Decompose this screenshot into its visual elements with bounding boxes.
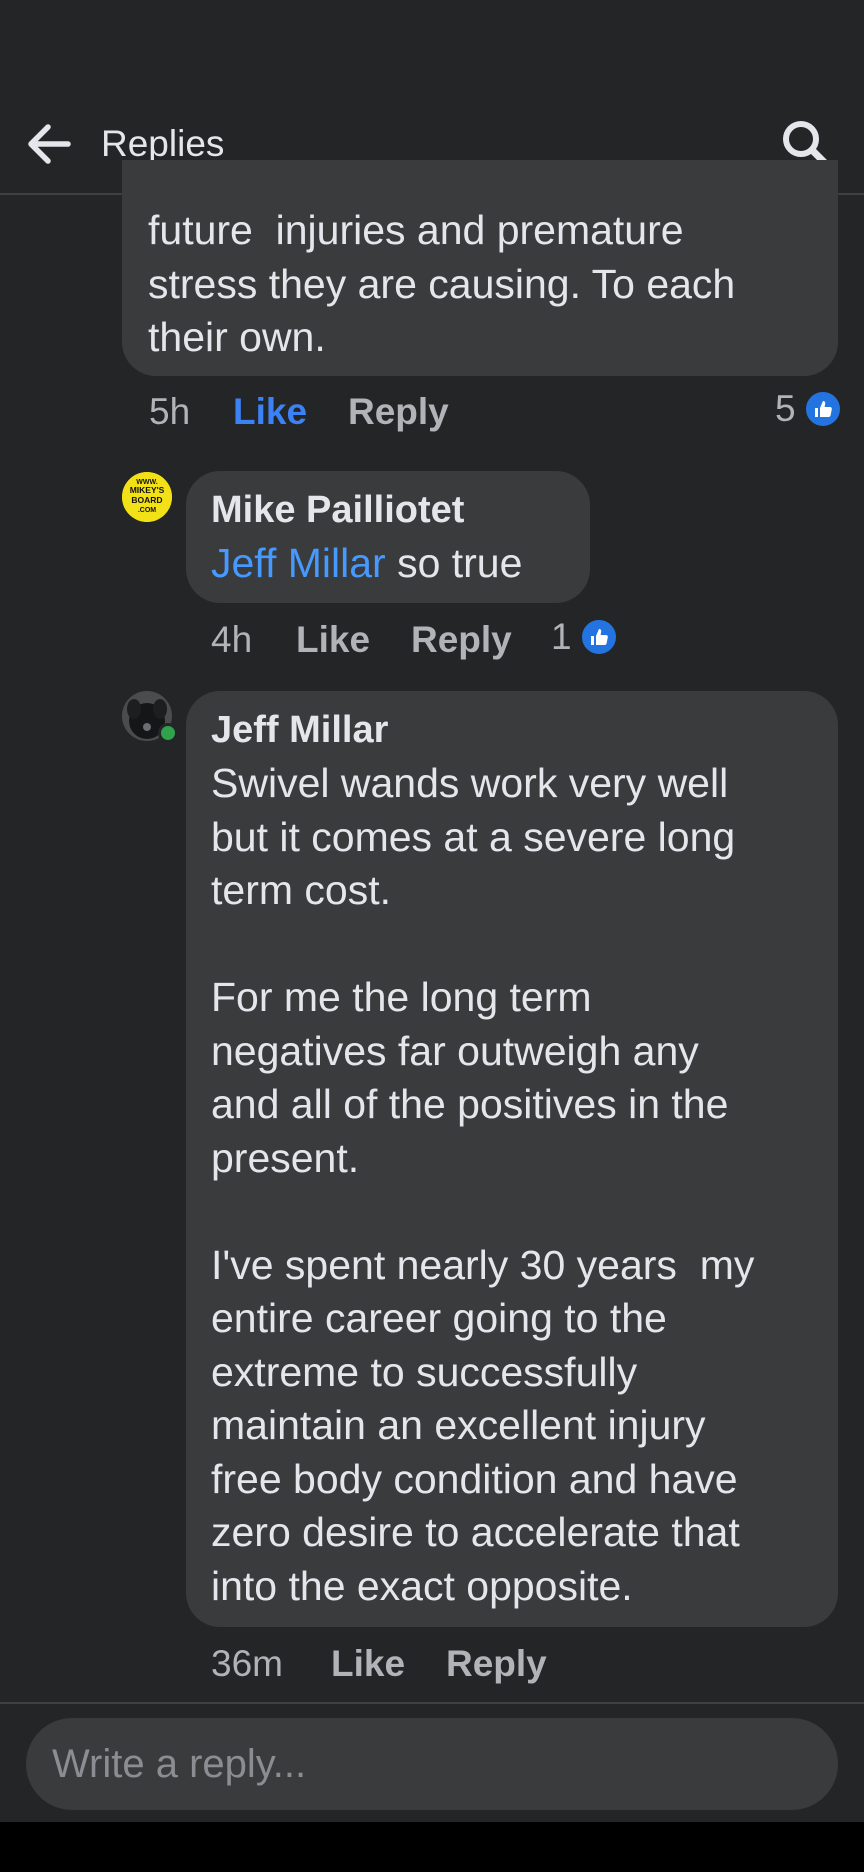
comment-timestamp: 36m <box>211 1643 283 1684</box>
back-button[interactable] <box>22 116 78 172</box>
comment-bubble-jeff: Jeff Millar Swivel wands work very well … <box>186 691 838 1627</box>
thumbs-up-icon <box>803 390 842 428</box>
svg-text:.COM: .COM <box>138 507 156 514</box>
comment-bubble-top: future injuries and premature stress the… <box>122 160 838 376</box>
back-arrow-icon <box>28 124 71 164</box>
svg-text:MIKEY'S: MIKEY'S <box>130 485 165 495</box>
comment-author[interactable]: Jeff Millar <box>211 707 816 753</box>
like-button[interactable]: Like <box>331 1641 405 1687</box>
comment-actions-mike: 4h Like Reply <box>0 617 864 663</box>
mention-link[interactable]: Jeff Millar <box>211 540 386 586</box>
comment-actions-jeff: 36m Like Reply <box>0 1641 864 1687</box>
reply-button[interactable]: Reply <box>348 389 449 435</box>
system-navigation-bar <box>0 1822 864 1872</box>
online-status-dot <box>158 723 178 743</box>
reply-button[interactable]: Reply <box>446 1641 547 1687</box>
reply-input[interactable]: Write a reply... <box>26 1718 838 1810</box>
svg-text:BOARD: BOARD <box>131 495 162 505</box>
comment-body: Jeff Millar so true <box>211 537 568 591</box>
like-button[interactable]: Like <box>233 389 307 435</box>
comment-text: Swivel wands work very well but it comes… <box>211 760 755 1609</box>
comment-timestamp: 5h <box>149 391 191 432</box>
reaction-count[interactable]: 1 <box>551 614 618 660</box>
like-button[interactable]: Like <box>296 617 370 663</box>
comment-text: future injuries and premature stress the… <box>148 207 736 360</box>
comment-bubble-mike: Mike Pailliotet Jeff Millar so true <box>186 471 590 603</box>
mikeys-board-logo-icon: WWW. MIKEY'S BOARD .COM <box>122 472 172 522</box>
reaction-count-value: 1 <box>551 616 572 657</box>
reply-button[interactable]: Reply <box>411 617 512 663</box>
reaction-count-value: 5 <box>775 388 796 429</box>
thumbs-up-icon <box>579 618 618 656</box>
avatar-mike[interactable]: WWW. MIKEY'S BOARD .COM <box>122 472 172 522</box>
comment-author[interactable]: Mike Pailliotet <box>211 487 568 533</box>
comment-timestamp: 4h <box>211 619 253 660</box>
comment-text: so true <box>385 540 523 586</box>
reaction-count[interactable]: 5 <box>775 386 842 432</box>
comment-actions-top: 5h Like Reply <box>0 389 864 435</box>
reply-composer-bar: Write a reply... <box>0 1702 864 1822</box>
